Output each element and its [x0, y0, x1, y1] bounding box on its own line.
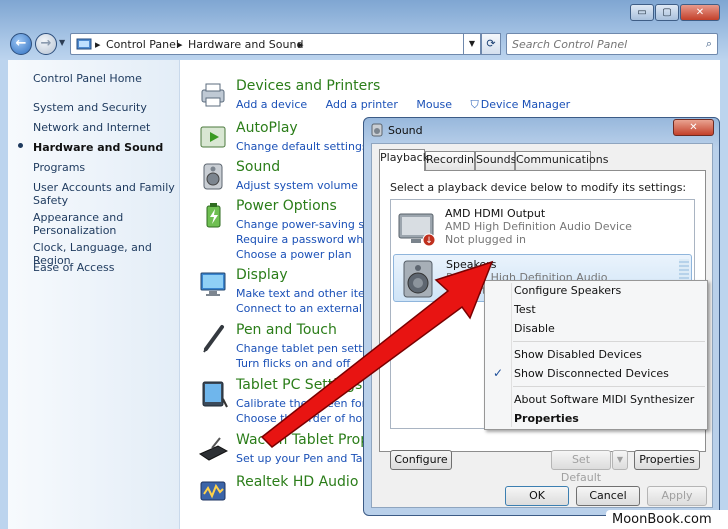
autoplay-icon [200, 126, 226, 148]
search-input[interactable] [510, 36, 690, 52]
realtek-audio-title[interactable]: Realtek HD Audio Ma [236, 474, 384, 490]
menu-item-about-midi[interactable]: About Software MIDI Synthesizer [514, 393, 694, 406]
sidebar-item-control-panel-home[interactable]: Control Panel Home [33, 72, 178, 85]
realtek-audio-icon [200, 481, 226, 501]
control-panel-icon [76, 36, 92, 55]
tab-playback[interactable]: Playback [379, 149, 429, 171]
breadcrumb-control-panel[interactable]: Control Panel [106, 38, 179, 51]
sidebar-item-appearance[interactable]: Appearance and Personalization [33, 211, 178, 237]
back-arrow-icon[interactable]: ← [10, 33, 32, 55]
breadcrumb-hardware-and-sound[interactable]: Hardware and Sound [188, 38, 303, 51]
sidebar-item-programs[interactable]: Programs [33, 161, 178, 174]
menu-item-disable[interactable]: Disable [514, 322, 555, 335]
window-titlebar: ▭ ▢ ✕ [0, 0, 728, 28]
ok-button[interactable]: OK [505, 486, 569, 506]
sound-title[interactable]: Sound [236, 159, 280, 175]
minimize-button[interactable]: ▭ [630, 4, 654, 21]
sound-dialog-title: Sound [388, 124, 423, 137]
sidebar-item-system-and-security[interactable]: System and Security [33, 101, 178, 114]
battery-icon [206, 203, 221, 228]
search-icon[interactable]: ⌕ [706, 37, 712, 51]
power-saving-link[interactable]: Change power-saving setti [236, 218, 383, 231]
device-amd-hdmi-output[interactable]: ↓ AMD HDMI Output AMD High Definition Au… [393, 204, 692, 252]
menu-item-properties[interactable]: Properties [514, 412, 579, 425]
forward-arrow-icon[interactable]: → [35, 33, 57, 55]
address-dropdown-chevron-icon[interactable]: ▼ [463, 33, 481, 55]
menu-gutter [511, 283, 512, 427]
wacom-tablet-icon [198, 437, 228, 461]
breadcrumb-separator-icon[interactable]: ▸ [95, 38, 101, 51]
device-manager-link[interactable]: Device Manager [481, 98, 570, 111]
device-status: Not plugged in [445, 233, 527, 246]
mouse-link[interactable]: Mouse [416, 98, 452, 111]
tablet-pc-settings-title[interactable]: Tablet PC Settings [236, 377, 362, 393]
tablet-icon [202, 381, 228, 408]
menu-separator [513, 386, 705, 387]
speaker-icon [370, 123, 384, 140]
sidebar-item-network-and-internet[interactable]: Network and Internet [33, 121, 178, 134]
properties-button[interactable]: Properties [634, 450, 700, 470]
menu-item-configure-speakers[interactable]: Configure Speakers [514, 284, 621, 297]
autoplay-title[interactable]: AutoPlay [236, 120, 298, 136]
checkmark-icon: ✓ [493, 366, 504, 380]
sidebar-item-user-accounts[interactable]: User Accounts and Family Safety [33, 181, 178, 207]
category-devices-and-printers: Devices and Printers Add a device Add a … [198, 78, 618, 118]
menu-item-test[interactable]: Test [514, 303, 536, 316]
adjust-volume-link[interactable]: Adjust system volume [236, 179, 358, 192]
breadcrumb-separator-icon[interactable]: ▸ [298, 38, 304, 51]
menu-separator [513, 341, 705, 342]
device-name: Speakers [446, 258, 497, 271]
set-default-button: Set Default [551, 450, 611, 484]
power-options-title[interactable]: Power Options [236, 198, 337, 214]
tab-recording[interactable]: Recording [425, 151, 481, 170]
sidebar-item-ease-of-access[interactable]: Ease of Access [33, 261, 178, 274]
sidebar: Control Panel Home System and Security N… [8, 60, 180, 529]
speaker-icon [403, 260, 433, 298]
device-name: AMD HDMI Output [445, 207, 546, 220]
current-section-bullet [18, 143, 23, 148]
calibrate-screen-link[interactable]: Calibrate the screen for [236, 397, 366, 410]
playback-instruction: Select a playback device below to modify… [390, 181, 687, 194]
set-default-chevron-down-icon: ▼ [612, 450, 628, 470]
configure-button[interactable]: Configure [390, 450, 452, 470]
hdmi-monitor-icon: ↓ [398, 213, 436, 247]
dialog-close-button[interactable]: ✕ [673, 119, 714, 136]
add-printer-link[interactable]: Add a printer [326, 98, 398, 111]
sound-dialog-titlebar[interactable]: Sound ✕ [364, 118, 719, 142]
menu-item-show-disabled[interactable]: Show Disabled Devices [514, 348, 642, 361]
speaker-icon [203, 163, 223, 190]
tab-communications[interactable]: Communications [515, 151, 608, 170]
add-device-link[interactable]: Add a device [236, 98, 307, 111]
maximize-button[interactable]: ▢ [655, 4, 679, 21]
tab-sounds[interactable]: Sounds [475, 151, 516, 170]
pen-icon [203, 325, 224, 353]
pen-and-touch-title[interactable]: Pen and Touch [236, 322, 337, 338]
refresh-icon[interactable]: ⟳ [481, 33, 501, 55]
wacom-setup-link[interactable]: Set up your Pen and Tablet [236, 452, 384, 465]
address-bar[interactable]: ▸ Control Panel ▸ Hardware and Sound ▸ [70, 33, 500, 55]
svg-text:↓: ↓ [425, 236, 433, 246]
devices-and-printers-title[interactable]: Devices and Printers [236, 78, 380, 94]
flicks-link[interactable]: Turn flicks on and off [236, 357, 350, 370]
apply-button: Apply [647, 486, 707, 506]
display-title[interactable]: Display [236, 267, 288, 283]
device-context-menu: Configure Speakers Test Disable Show Dis… [484, 280, 708, 430]
close-button[interactable]: ✕ [680, 4, 720, 21]
menu-item-show-disconnected[interactable]: Show Disconnected Devices [514, 367, 669, 380]
monitor-icon [200, 272, 226, 296]
watermark-text: MoonBook.com [606, 510, 728, 529]
device-driver: AMD High Definition Audio Device [445, 220, 632, 233]
sidebar-item-hardware-and-sound: Hardware and Sound [33, 141, 164, 154]
search-box[interactable]: ⌕ [506, 33, 718, 55]
navigation-bar: ← → ▼ ▸ Control Panel ▸ Hardware and Sou… [0, 28, 728, 60]
breadcrumb-separator-icon[interactable]: ▸ [177, 38, 183, 51]
power-plan-link[interactable]: Choose a power plan [236, 248, 352, 261]
shield-icon: ⛉ [470, 98, 479, 111]
printer-icon [201, 83, 225, 107]
cancel-button[interactable]: Cancel [576, 486, 640, 506]
recent-pages-chevron-icon[interactable]: ▼ [59, 38, 69, 50]
